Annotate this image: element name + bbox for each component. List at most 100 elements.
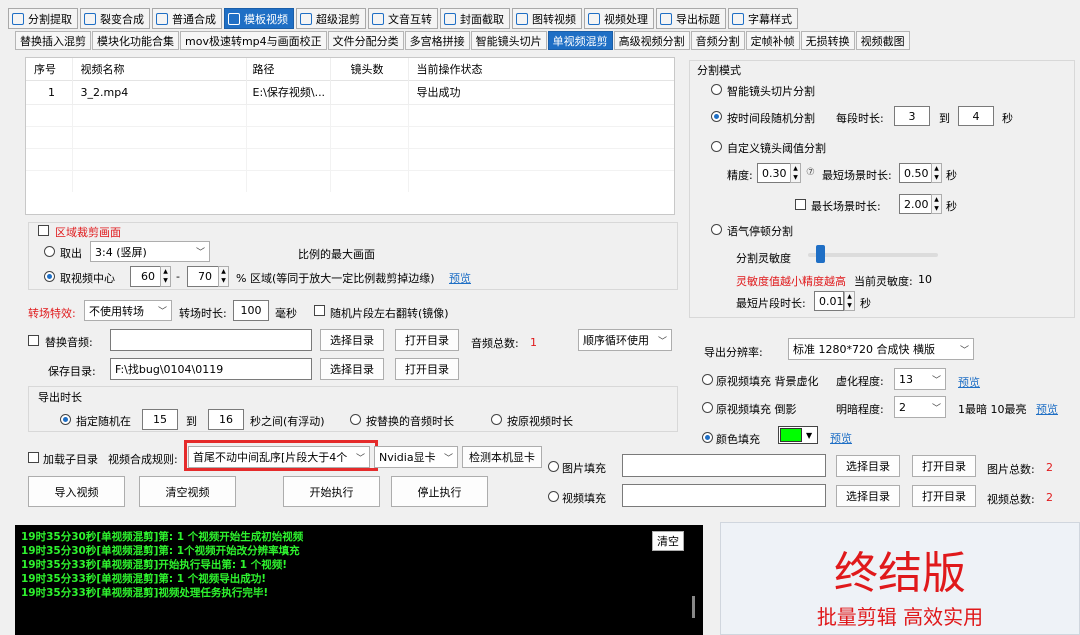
max-scene-spinner[interactable]: ▲ ▼: [931, 194, 942, 214]
subtab-smart-slice[interactable]: 智能镜头切片: [470, 31, 547, 50]
audio-order-select[interactable]: 顺序循环使用 ﹀: [578, 329, 672, 351]
audio-order-value: 顺序循环使用: [583, 334, 649, 347]
bright-degree-select[interactable]: 2 ﹀: [894, 396, 946, 418]
log-clear-button[interactable]: 清空: [652, 531, 684, 551]
save-dir-input[interactable]: F:\找bug\0104\0119: [110, 358, 312, 380]
tab-super-mix[interactable]: 超级混剪: [296, 8, 366, 29]
crop-take-radio[interactable]: [44, 246, 55, 257]
start-button[interactable]: 开始执行: [283, 476, 380, 507]
subtab-single-video-mix[interactable]: 单视频混剪: [547, 31, 613, 50]
image-select-dir-button[interactable]: 选择目录: [836, 455, 900, 477]
segment-from-input[interactable]: 3: [894, 106, 930, 126]
random-duration-radio[interactable]: [60, 414, 71, 425]
subtab-replace-insert[interactable]: 替换插入混剪: [15, 31, 91, 50]
crop-checkbox[interactable]: [38, 225, 49, 236]
audio-select-dir-button[interactable]: 选择目录: [320, 329, 384, 351]
duration-to-input[interactable]: 16: [208, 409, 244, 430]
image-path-input[interactable]: [622, 454, 826, 477]
detect-gpu-button[interactable]: 检测本机显卡: [462, 446, 542, 468]
duration-from-input[interactable]: 15: [142, 409, 178, 430]
subtab-advanced-split[interactable]: 高级视频分割: [613, 31, 690, 50]
time-split-label: 按时间段随机分割: [727, 112, 815, 125]
tab-export-title[interactable]: 导出标题: [656, 8, 726, 29]
table-row[interactable]: 1 3_2.mp4 E:\保存视频\... 导出成功: [26, 80, 674, 104]
tab-fission-compose[interactable]: 裂变合成: [80, 8, 150, 29]
smart-split-radio[interactable]: [711, 84, 722, 95]
video-select-dir-button[interactable]: 选择目录: [836, 485, 900, 507]
save-select-dir-button[interactable]: 选择目录: [320, 358, 384, 380]
tab-video-process[interactable]: 视频处理: [584, 8, 654, 29]
video-list-table[interactable]: 序号 视频名称 路径 镜头数 当前操作状态 1 3_2.mp4 E:\保存视频\…: [25, 57, 675, 215]
video-fill-radio[interactable]: [548, 491, 559, 502]
log-scrollbar[interactable]: [692, 596, 695, 618]
original-duration-radio[interactable]: [491, 414, 502, 425]
tab-normal-compose[interactable]: 普通合成: [152, 8, 222, 29]
import-video-button[interactable]: 导入视频: [28, 476, 125, 507]
blur-preview-link[interactable]: 预览: [958, 374, 980, 390]
crop-center-from-spinner[interactable]: ▲ ▼: [160, 266, 171, 287]
tab-split-extract[interactable]: 分割提取: [8, 8, 78, 29]
min-scene-spinner[interactable]: ▲ ▼: [931, 163, 942, 183]
max-scene-checkbox[interactable]: [795, 199, 806, 210]
color-fill-radio[interactable]: [702, 432, 713, 443]
max-scene-input[interactable]: 2.00: [899, 194, 933, 214]
tab-cover-capture[interactable]: 封面截取: [440, 8, 510, 29]
clear-video-button[interactable]: 清空视频: [139, 476, 236, 507]
blur-fill-radio[interactable]: [702, 374, 713, 385]
log-line: 19时35分33秒[单视频混剪]视频处理任务执行完毕!: [21, 587, 269, 599]
tab-template-video[interactable]: 模板视频: [224, 8, 294, 29]
replace-audio-checkbox[interactable]: [28, 335, 39, 346]
blur-degree-select[interactable]: 13 ﹀: [894, 368, 946, 390]
crop-center-radio[interactable]: [44, 271, 55, 282]
segment-to-input[interactable]: 4: [958, 106, 994, 126]
original-duration-label: 按原视频时长: [507, 415, 573, 428]
min-clip-input[interactable]: 0.01: [814, 291, 844, 311]
subtab-mov-to-mp4[interactable]: mov极速转mp4与画面校正: [180, 31, 327, 50]
subtab-file-assign[interactable]: 文件分配分类: [327, 31, 404, 50]
image-open-dir-button[interactable]: 打开目录: [912, 455, 976, 477]
crop-preview-link[interactable]: 预览: [449, 270, 471, 286]
sensitivity-slider-thumb[interactable]: [815, 245, 825, 263]
save-open-dir-button[interactable]: 打开目录: [395, 358, 459, 380]
video-fill-label: 视频填充: [562, 492, 606, 505]
audio-open-dir-button[interactable]: 打开目录: [395, 329, 459, 351]
stop-button[interactable]: 停止执行: [391, 476, 488, 507]
gpu-select[interactable]: Nvidia显卡 ﹀: [374, 446, 458, 468]
subtab-screenshot[interactable]: 视频截图: [855, 31, 910, 50]
min-clip-spinner[interactable]: ▲ ▼: [844, 291, 855, 311]
precision-spinner[interactable]: ▲ ▼: [790, 163, 801, 183]
tab-image-to-video[interactable]: 图转视频: [512, 8, 582, 29]
tab-subtitle-style[interactable]: 字幕样式: [728, 8, 798, 29]
video-path-input[interactable]: [622, 484, 826, 507]
bright-preview-link[interactable]: 预览: [1036, 401, 1058, 417]
blur-degree-label: 虚化程度:: [836, 375, 884, 388]
transition-duration-input[interactable]: 100: [233, 300, 269, 321]
min-scene-input[interactable]: 0.50: [899, 163, 933, 183]
mirror-checkbox[interactable]: [314, 305, 325, 316]
precision-input[interactable]: 0.30: [757, 163, 791, 183]
image-total-value: 2: [1046, 461, 1053, 474]
image-fill-radio[interactable]: [548, 461, 559, 472]
audio-duration-radio[interactable]: [350, 414, 361, 425]
video-open-dir-button[interactable]: 打开目录: [912, 485, 976, 507]
color-preview-link[interactable]: 预览: [830, 430, 852, 446]
subtab-lossless[interactable]: 无损转换: [800, 31, 855, 50]
subtab-grid-stitch[interactable]: 多宫格拼接: [404, 31, 470, 50]
subtab-modular[interactable]: 模块化功能合集: [92, 31, 179, 50]
shadow-fill-radio[interactable]: [702, 402, 713, 413]
resolution-select[interactable]: 标准 1280*720 合成快 横版 ﹀: [788, 338, 974, 360]
transition-select[interactable]: 不使用转场 ﹀: [84, 300, 172, 321]
subtab-frame-fill[interactable]: 定帧补帧: [745, 31, 800, 50]
custom-split-radio[interactable]: [711, 141, 722, 152]
log-console[interactable]: 19时35分30秒[单视频混剪]第: 1 个视频开始生成初始视频 19时35分3…: [15, 525, 703, 635]
sub-dir-checkbox[interactable]: [28, 452, 39, 463]
tab-text-audio[interactable]: 文音互转: [368, 8, 438, 29]
voice-split-radio[interactable]: [711, 224, 722, 235]
subtab-audio-split[interactable]: 音频分割: [690, 31, 745, 50]
time-split-radio[interactable]: [711, 111, 722, 122]
audio-path-input[interactable]: [110, 329, 312, 351]
sensitivity-slider-track[interactable]: [808, 253, 938, 257]
crop-center-to-spinner[interactable]: ▲ ▼: [218, 266, 229, 287]
crop-ratio-select[interactable]: 3:4 (竖屏) ﹀: [90, 241, 210, 262]
color-picker[interactable]: ▼: [778, 426, 818, 444]
